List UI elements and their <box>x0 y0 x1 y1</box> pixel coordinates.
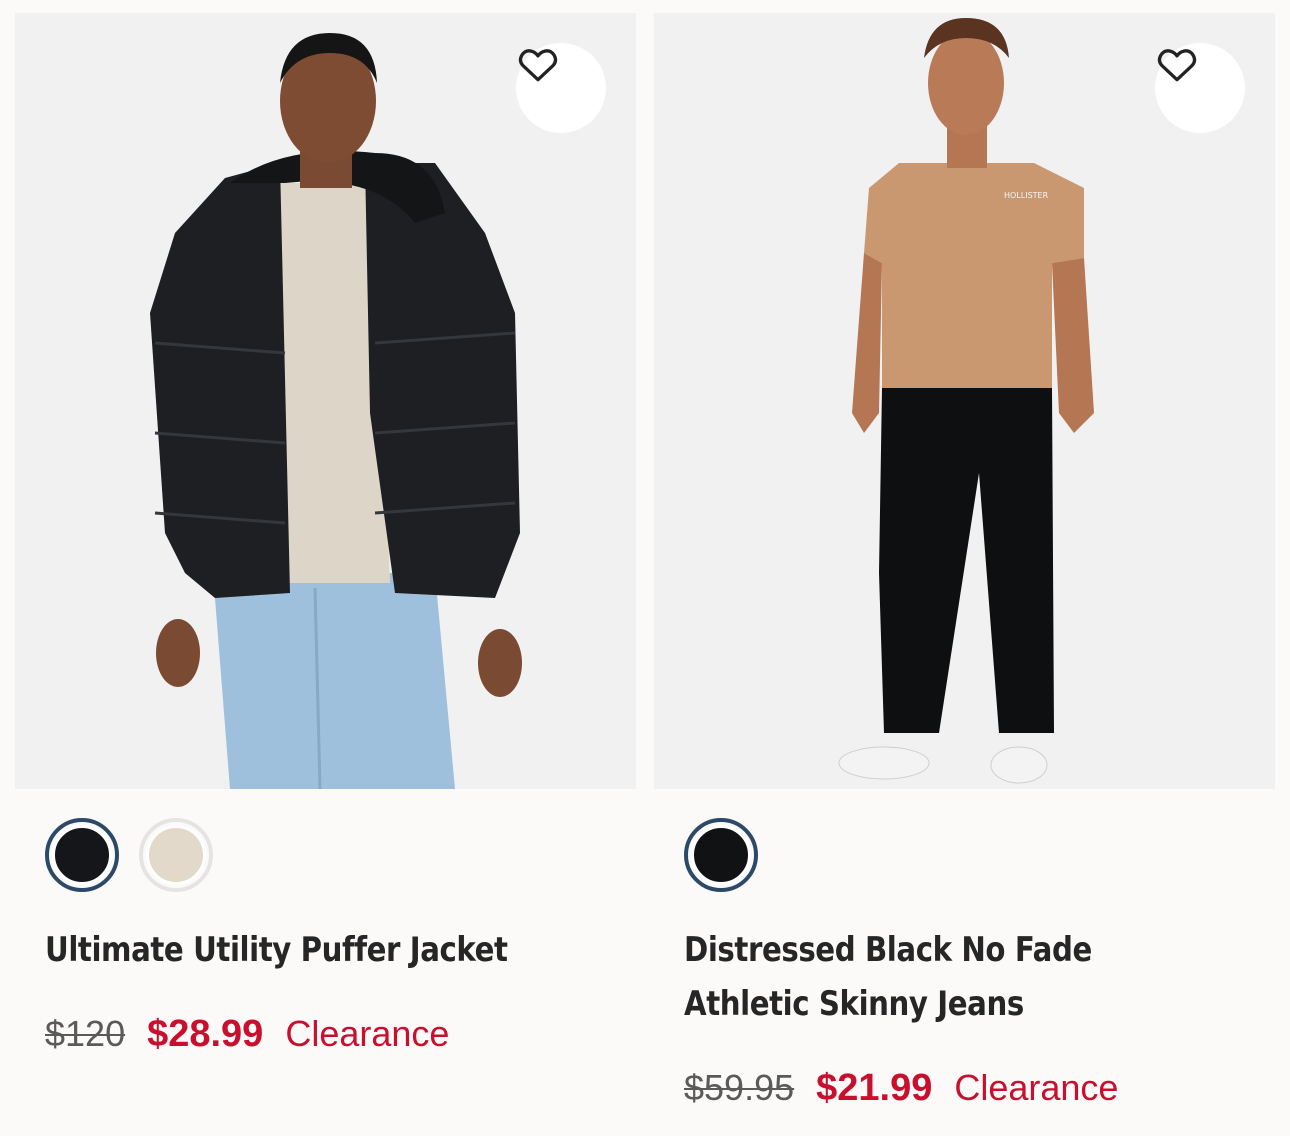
favorite-button[interactable] <box>1155 43 1245 133</box>
heart-outline-icon <box>518 49 558 82</box>
product-image[interactable] <box>15 13 636 789</box>
favorite-button[interactable] <box>516 43 606 133</box>
swatch-fill <box>146 825 206 885</box>
heart-outline-icon <box>1157 49 1197 82</box>
svg-text:HOLLISTER: HOLLISTER <box>1004 191 1049 200</box>
swatch-fill <box>52 825 112 885</box>
original-price: $120 <box>45 1013 126 1054</box>
color-swatches <box>684 818 758 892</box>
swatch-black[interactable] <box>684 818 758 892</box>
swatch-cream[interactable] <box>139 818 213 892</box>
clearance-label: Clearance <box>954 1067 1119 1108</box>
color-swatches <box>45 818 213 892</box>
swatch-black[interactable] <box>45 818 119 892</box>
product-title[interactable]: Ultimate Utility Puffer Jacket <box>45 923 527 977</box>
clearance-label: Clearance <box>285 1013 450 1054</box>
sale-price: $28.99 <box>147 1013 264 1055</box>
product-card[interactable]: Ultimate Utility Puffer Jacket $120 $28.… <box>15 13 636 1123</box>
original-price: $59.95 <box>684 1067 795 1108</box>
price-row: $120 $28.99 Clearance <box>45 1013 449 1056</box>
product-image[interactable]: HOLLISTER <box>654 13 1275 789</box>
swatch-fill <box>691 825 751 885</box>
product-card[interactable]: HOLLISTER Distressed Black No Fade Athle… <box>654 13 1275 1123</box>
product-grid: Ultimate Utility Puffer Jacket $120 $28.… <box>15 13 1275 1123</box>
product-title[interactable]: Distressed Black No Fade Athletic Skinny… <box>684 923 1166 1031</box>
sale-price: $21.99 <box>816 1067 933 1109</box>
price-row: $59.95 $21.99 Clearance <box>684 1067 1118 1110</box>
